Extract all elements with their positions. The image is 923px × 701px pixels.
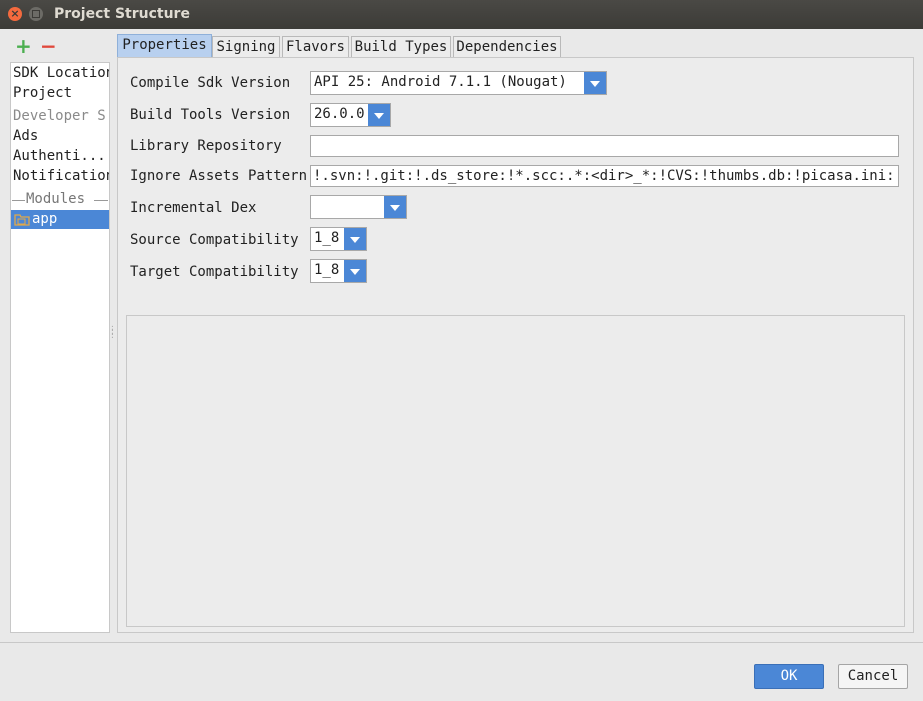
ok-button[interactable]: OK — [754, 664, 824, 689]
sidebar-item-ads[interactable]: Ads — [13, 128, 38, 144]
sidebar-item-notifications[interactable]: Notification — [13, 168, 109, 184]
title-bar: × Project Structure — [0, 0, 923, 29]
sidebar-item-sdk-location[interactable]: SDK Location — [13, 65, 109, 81]
source-compat-dropdown[interactable]: 1_8 — [310, 227, 367, 251]
target-compat-label: Target Compatibility — [130, 264, 299, 280]
ignore-assets-input[interactable]: !.svn:!.git:!.ds_store:!*.scc:.*:<dir>_*… — [310, 165, 899, 187]
compile-sdk-value: API 25: Android 7.1.1 (Nougat) — [314, 74, 567, 90]
build-tools-dropdown[interactable]: 26.0.0 — [310, 103, 391, 127]
footer-divider — [0, 642, 923, 643]
compile-sdk-dropdown[interactable]: API 25: Android 7.1.1 (Nougat) — [310, 71, 607, 95]
add-button[interactable]: + — [15, 36, 32, 56]
sidebar: SDK Location Project Developer S Ads Aut… — [10, 62, 110, 633]
properties-panel: Compile Sdk Version API 25: Android 7.1.… — [117, 57, 914, 633]
compile-sdk-label: Compile Sdk Version — [130, 75, 291, 91]
build-tools-value: 26.0.0 — [314, 106, 365, 122]
module-label: app — [32, 211, 58, 227]
chevron-down-icon[interactable] — [584, 72, 606, 94]
cancel-button[interactable]: Cancel — [838, 664, 908, 689]
details-area — [126, 315, 905, 627]
modules-separator: Modules — [11, 191, 109, 209]
maximize-icon[interactable] — [29, 7, 43, 21]
library-repo-label: Library Repository — [130, 138, 282, 154]
sidebar-item-developer-services[interactable]: Developer S — [13, 108, 106, 124]
library-repo-input[interactable] — [310, 135, 899, 157]
incremental-dex-label: Incremental Dex — [130, 200, 257, 216]
target-compat-dropdown[interactable]: 1_8 — [310, 259, 367, 283]
sidebar-item-app[interactable]: app — [11, 210, 109, 229]
chevron-down-icon[interactable] — [384, 196, 406, 218]
chevron-down-icon[interactable] — [344, 260, 366, 282]
remove-button[interactable]: − — [40, 36, 57, 56]
module-folder-icon — [14, 214, 30, 226]
tab-build-types[interactable]: Build Types — [351, 36, 451, 57]
modules-label: Modules — [26, 191, 86, 207]
splitter-handle[interactable]: ::: — [110, 324, 115, 340]
close-icon[interactable]: × — [8, 7, 22, 21]
incremental-dex-dropdown[interactable] — [310, 195, 407, 219]
tab-dependencies[interactable]: Dependencies — [453, 36, 561, 57]
ignore-assets-label: Ignore Assets Pattern — [130, 168, 308, 184]
build-tools-label: Build Tools Version — [130, 107, 291, 123]
window-title: Project Structure — [54, 6, 190, 22]
source-compat-label: Source Compatibility — [130, 232, 299, 248]
chevron-down-icon[interactable] — [368, 104, 390, 126]
tab-properties[interactable]: Properties — [117, 34, 212, 57]
tab-signing[interactable]: Signing — [212, 36, 280, 57]
target-compat-value: 1_8 — [314, 262, 340, 278]
sidebar-item-authentication[interactable]: Authenti... — [13, 148, 106, 164]
sidebar-item-project[interactable]: Project — [13, 85, 72, 101]
chevron-down-icon[interactable] — [344, 228, 366, 250]
source-compat-value: 1_8 — [314, 230, 340, 246]
tab-flavors[interactable]: Flavors — [282, 36, 349, 57]
